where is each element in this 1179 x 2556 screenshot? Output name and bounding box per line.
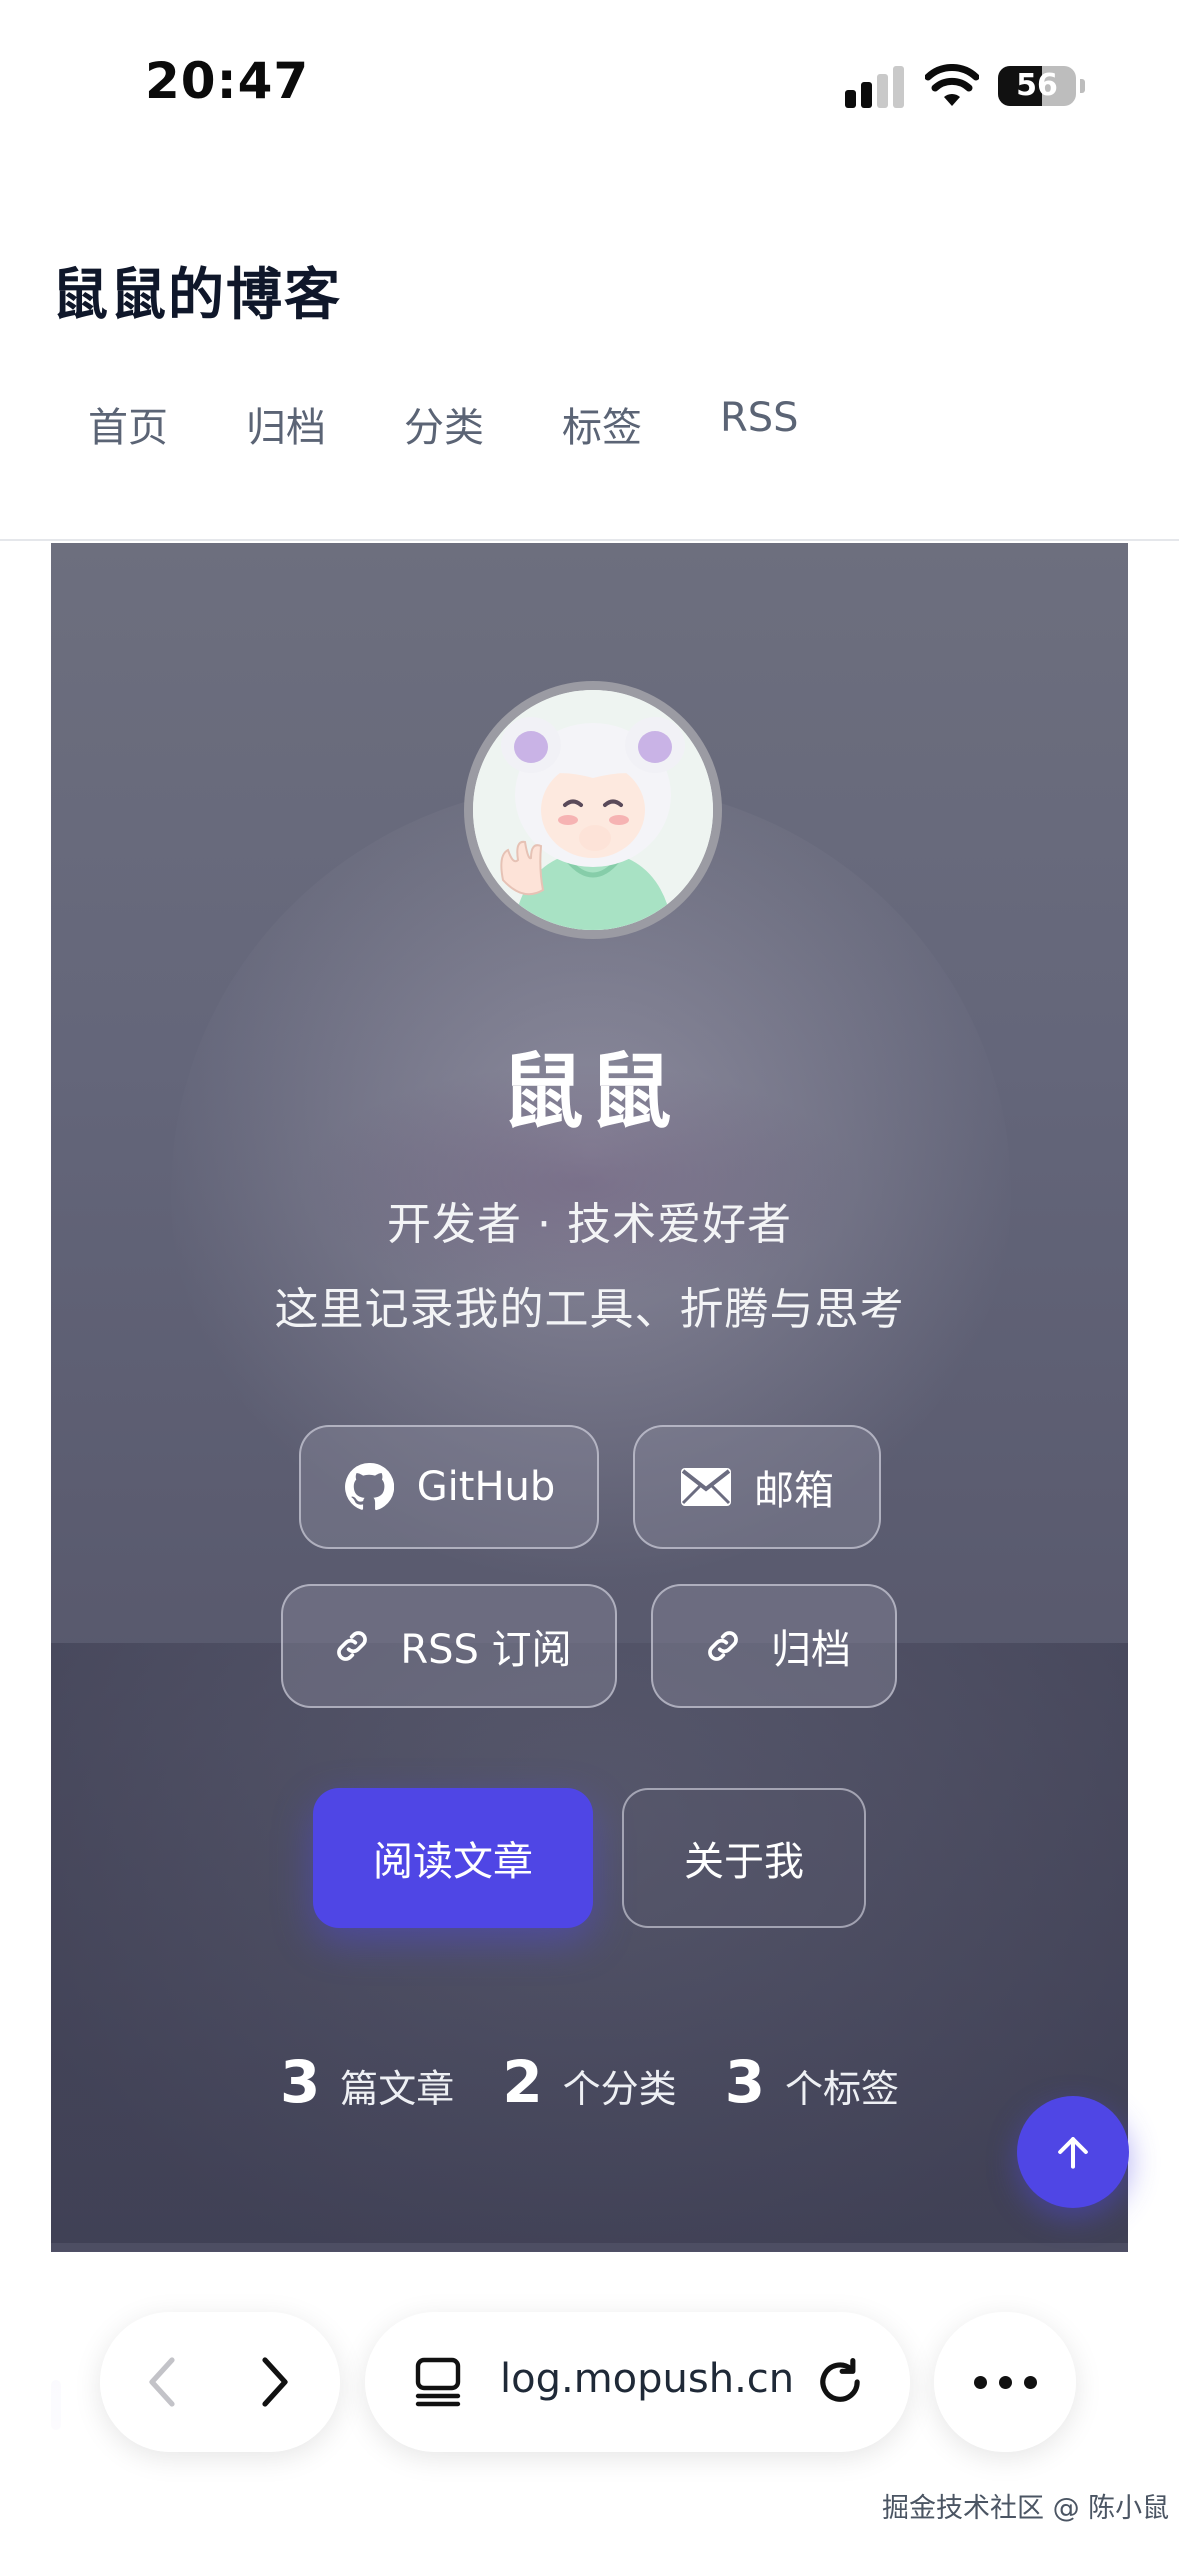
nav-archive[interactable]: 归档: [246, 395, 326, 453]
more-dot: [1023, 2375, 1037, 2389]
stat-categories-label: 个分类: [562, 2067, 677, 2111]
stat-tags-label: 个标签: [785, 2067, 900, 2111]
stat-articles-label: 篇文章: [340, 2067, 455, 2111]
url-text[interactable]: log.mopush.cn: [500, 2356, 800, 2402]
rss-link[interactable]: RSS 订阅: [281, 1584, 617, 1708]
stat-articles[interactable]: 3 篇文章: [280, 2048, 454, 2116]
wifi-icon: [925, 64, 979, 106]
status-bar: 20:47 56: [0, 0, 1179, 170]
main-nav: 首页 归档 分类 标签 RSS: [88, 395, 877, 453]
stat-tags[interactable]: 3 个标签: [725, 2048, 899, 2116]
avatar: [464, 681, 722, 939]
github-label: GitHub: [416, 1464, 556, 1510]
about-me-button[interactable]: 关于我: [622, 1788, 866, 1928]
stat-articles-count: 3: [279, 2048, 321, 2116]
tabs-icon[interactable]: [410, 2354, 466, 2410]
hero-section: 鼠鼠 开发者 · 技术爱好者 这里记录我的工具、折腾与思考 GitHub 邮箱 …: [51, 543, 1128, 2252]
more-dot: [998, 2375, 1012, 2389]
watermark: 掘金技术社区 @ 陈小鼠: [882, 2493, 1170, 2524]
header-divider: [0, 539, 1179, 541]
stat-categories[interactable]: 2 个分类: [502, 2048, 676, 2116]
hero-background-shade: [51, 1643, 1128, 2243]
battery-tip: [1080, 79, 1085, 93]
email-link[interactable]: 邮箱: [633, 1425, 881, 1549]
more-options-button[interactable]: [934, 2312, 1076, 2452]
browser-nav-group: [100, 2312, 340, 2452]
email-label: 邮箱: [754, 1468, 834, 1514]
site-title[interactable]: 鼠鼠的博客: [52, 250, 342, 331]
stat-categories-count: 2: [502, 2048, 543, 2116]
address-bar[interactable]: log.mopush.cn: [365, 2312, 910, 2452]
more-dot: [973, 2375, 987, 2389]
github-link[interactable]: GitHub: [299, 1425, 599, 1549]
page: 20:47 56 鼠鼠的博客 首页 归档 分类 标签 RSS 鼠鼠 开发者 · …: [0, 0, 1179, 2556]
github-icon: [343, 1461, 395, 1513]
status-time: 20:47: [145, 52, 310, 110]
back-to-top-button[interactable]: [1017, 2096, 1129, 2208]
nav-home[interactable]: 首页: [88, 395, 168, 453]
nav-rss[interactable]: RSS: [720, 395, 799, 453]
link-icon: [326, 1620, 378, 1672]
stats-row: 3 篇文章 2 个分类 3 个标签: [51, 2048, 1128, 2116]
read-articles-button[interactable]: 阅读文章: [313, 1788, 593, 1928]
nav-categories[interactable]: 分类: [404, 395, 484, 453]
browser-forward-button[interactable]: [235, 2342, 315, 2422]
archive-link[interactable]: 归档: [651, 1584, 897, 1708]
chevron-right-icon: [262, 2357, 288, 2407]
browser-back-button[interactable]: [122, 2342, 202, 2422]
reload-icon[interactable]: [810, 2352, 870, 2412]
avatar-illustration: [473, 690, 713, 930]
arrow-up-icon: [1058, 2137, 1088, 2169]
profile-tagline: 开发者 · 技术爱好者: [387, 1199, 792, 1250]
battery-icon: 56: [998, 66, 1076, 106]
battery-level: 56: [1016, 68, 1058, 103]
profile-name: 鼠鼠: [501, 1045, 678, 1140]
profile-description: 这里记录我的工具、折腾与思考: [274, 1284, 905, 1335]
nav-tags[interactable]: 标签: [562, 395, 642, 453]
stat-tags-count: 3: [724, 2048, 766, 2116]
archive-label: 归档: [771, 1627, 851, 1673]
cellular-signal-icon: [845, 66, 905, 108]
mail-icon: [680, 1461, 732, 1513]
rss-label: RSS 订阅: [400, 1627, 572, 1673]
link-icon: [697, 1620, 749, 1672]
chevron-left-icon: [149, 2357, 175, 2407]
